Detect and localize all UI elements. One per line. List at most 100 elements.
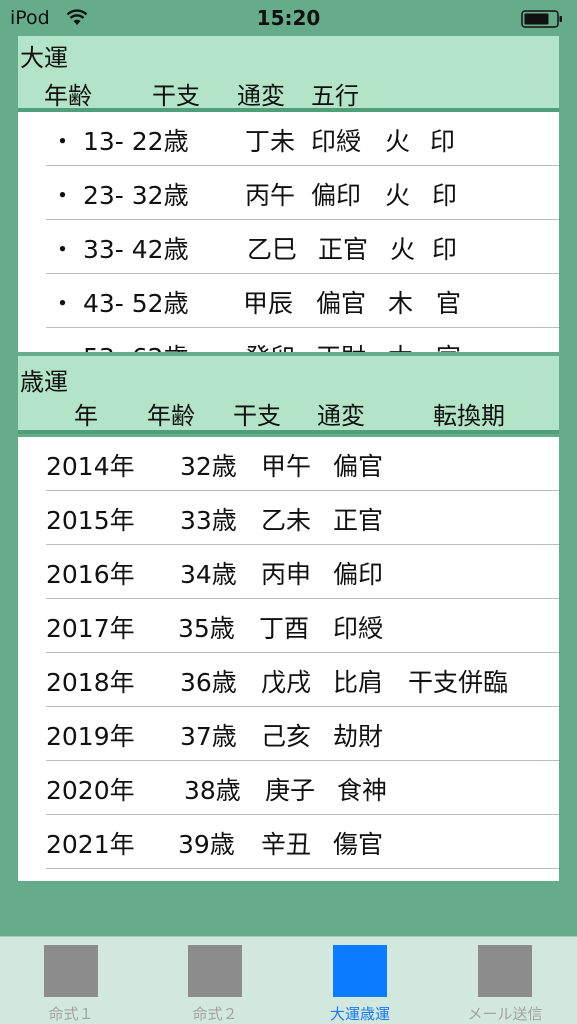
list-item[interactable]: 2018年 36歳 戊戌 比肩 干支併臨 <box>46 653 559 707</box>
battery-icon <box>521 10 562 28</box>
row-tsuhen: 偏印 <box>333 560 384 589</box>
row-kind: 官 <box>436 289 462 318</box>
list-item[interactable]: ・ 33- 42歳 乙巳 正官 火 印 <box>46 220 559 274</box>
row-bullet: ・ <box>50 181 76 210</box>
col-head-tenkan: 転換期 <box>433 402 505 430</box>
col-head-age: 年齢 <box>147 402 195 430</box>
row-year: 2018年 <box>46 668 135 697</box>
row-tsuhen: 正財 <box>316 338 366 352</box>
list-item[interactable]: 2014年 32歳 甲午 偏官 <box>46 437 559 491</box>
daiun-header: 大運 年齢 干支 通変 五行 <box>18 36 559 112</box>
status-bar: iPod 15:20 <box>0 0 577 36</box>
row-year: 2017年 <box>46 614 135 643</box>
row-bullet: ・ <box>50 127 76 156</box>
row-kanshi: 乙巳 <box>247 235 298 264</box>
row-tenkan: 干支併臨 <box>408 668 509 697</box>
row-element: 火 <box>385 127 411 156</box>
tab-label: 大運歳運 <box>329 1005 390 1023</box>
col-head-kanshi: 干支 <box>152 82 200 110</box>
row-tsuhen: 印綬 <box>311 127 362 156</box>
tab-placeholder-icon <box>188 945 242 997</box>
row-kanshi: 乙未 <box>261 506 312 535</box>
row-kanshi: 庚子 <box>265 776 316 805</box>
row-kanshi: 甲午 <box>261 452 312 481</box>
row-kanshi: 丙午 <box>245 181 296 210</box>
row-year: 2019年 <box>46 722 135 751</box>
row-kanshi: 癸卯 <box>245 338 295 352</box>
row-age: 33- 42歳 <box>83 235 189 264</box>
row-age: 23- 32歳 <box>83 181 189 210</box>
row-kind: 印 <box>432 235 458 264</box>
row-age: 32歳 <box>180 452 237 481</box>
list-item[interactable]: 2017年 35歳 丁酉 印綬 <box>46 599 559 653</box>
list-item[interactable]: 2015年 33歳 乙未 正官 <box>46 491 559 545</box>
row-element: 火 <box>390 235 416 264</box>
tab-placeholder-icon <box>44 945 98 997</box>
row-age: 34歳 <box>180 560 237 589</box>
row-age: 37歳 <box>180 722 237 751</box>
row-age: 53- 62歳 <box>83 338 189 352</box>
row-kind: 印 <box>432 181 458 210</box>
row-age: 38歳 <box>184 776 241 805</box>
row-age: 36歳 <box>180 668 237 697</box>
row-tsuhen: 正官 <box>318 235 369 264</box>
row-tsuhen: 印綬 <box>333 614 384 643</box>
row-age: 43- 52歳 <box>83 289 189 318</box>
col-head-tsuhen: 通変 <box>237 82 285 110</box>
row-element: 木 <box>388 338 413 352</box>
row-tsuhen: 劫財 <box>333 722 384 751</box>
list-item[interactable]: ・ 53- 62歳 癸卯 正財 木 官 <box>46 328 559 352</box>
row-tsuhen: 偏官 <box>333 452 384 481</box>
row-element: 木 <box>388 289 414 318</box>
row-kanshi: 戊戌 <box>261 668 312 697</box>
row-tsuhen: 食神 <box>337 776 388 805</box>
row-age: 33歳 <box>180 506 237 535</box>
row-kind: 官 <box>436 338 461 352</box>
daiun-title: 大運 <box>20 44 68 72</box>
tab-label: メール送信 <box>467 1005 543 1023</box>
tab-daiun-saiun[interactable]: 大運歳運 <box>300 937 420 1024</box>
list-item[interactable]: 2021年 39歳 辛丑 傷官 <box>46 815 559 869</box>
row-tsuhen: 偏官 <box>316 289 367 318</box>
status-time: 15:20 <box>256 6 321 30</box>
tab-placeholder-icon <box>478 945 532 997</box>
row-kanshi: 丙申 <box>261 560 312 589</box>
row-kanshi: 丁未 <box>245 127 296 156</box>
row-year: 2015年 <box>46 506 135 535</box>
list-item[interactable]: 2016年 34歳 丙申 偏印 <box>46 545 559 599</box>
list-item[interactable]: ・ 43- 52歳 甲辰 偏官 木 官 <box>46 274 559 328</box>
list-item[interactable]: ・ 13- 22歳 丁未 印綬 火 印 <box>46 112 559 166</box>
tab-label: 命式２ <box>192 1005 238 1023</box>
tab-bar: 命式１ 命式２ 大運歳運 メール送信 <box>0 936 577 1024</box>
list-item[interactable]: 2020年 38歳 庚子 食神 <box>46 761 559 815</box>
row-tsuhen: 傷官 <box>333 830 384 859</box>
saiun-header: 歳運 年 年齢 干支 通変 転換期 <box>18 356 559 434</box>
row-year: 2014年 <box>46 452 135 481</box>
row-year: 2020年 <box>46 776 135 805</box>
tab-mail[interactable]: メール送信 <box>445 937 565 1024</box>
row-tsuhen: 正官 <box>333 506 384 535</box>
col-head-kanshi: 干支 <box>233 402 281 430</box>
row-kanshi: 丁酉 <box>259 614 310 643</box>
row-kanshi: 辛丑 <box>261 830 312 859</box>
tab-placeholder-icon <box>333 945 387 997</box>
tab-meishiki-2[interactable]: 命式２ <box>155 937 275 1024</box>
row-kanshi: 己亥 <box>261 722 312 751</box>
tab-meishiki-1[interactable]: 命式１ <box>11 937 131 1024</box>
row-age: 13- 22歳 <box>83 127 189 156</box>
row-age: 35歳 <box>178 614 235 643</box>
col-head-tsuhen: 通変 <box>317 402 365 430</box>
saiun-list[interactable]: 2014年 32歳 甲午 偏官 2015年 33歳 乙未 正官 2016年 34… <box>18 437 559 881</box>
col-head-age: 年齢 <box>44 82 92 110</box>
daiun-list[interactable]: ・ 13- 22歳 丁未 印綬 火 印 ・ 23- 32歳 丙午 偏印 火 印 … <box>18 112 559 352</box>
col-head-year: 年 <box>74 402 98 430</box>
row-age: 39歳 <box>178 830 235 859</box>
list-item[interactable]: 2019年 37歳 己亥 劫財 <box>46 707 559 761</box>
col-head-gogyo: 五行 <box>311 82 359 110</box>
tab-label: 命式１ <box>48 1005 94 1023</box>
saiun-title: 歳運 <box>20 368 68 396</box>
row-bullet: ・ <box>50 338 75 352</box>
row-kanshi: 甲辰 <box>243 289 294 318</box>
row-element: 火 <box>385 181 411 210</box>
list-item[interactable]: ・ 23- 32歳 丙午 偏印 火 印 <box>46 166 559 220</box>
